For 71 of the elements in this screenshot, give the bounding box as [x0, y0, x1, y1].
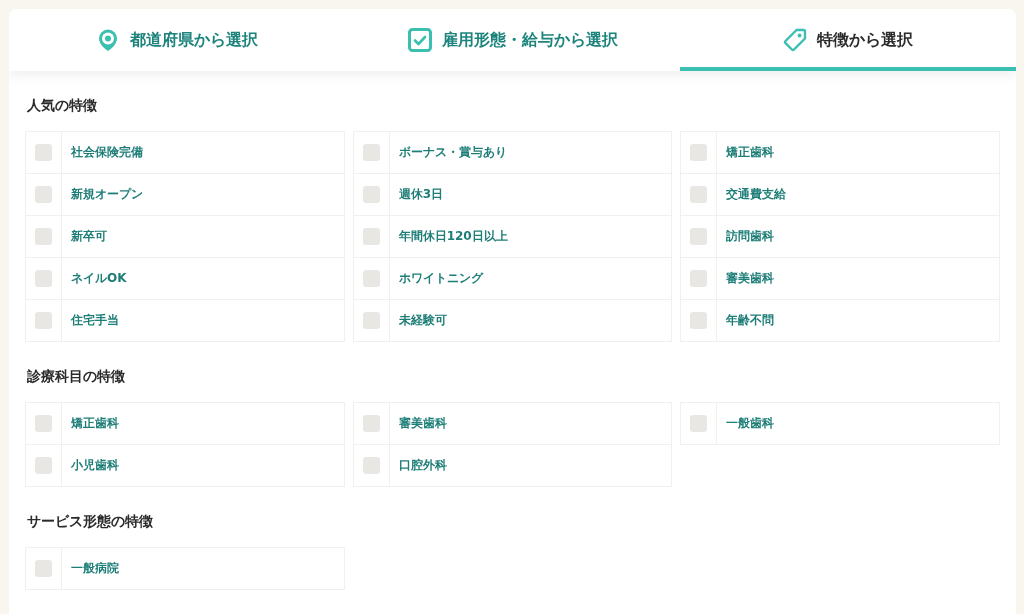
option-label: 年間休日120日以上: [397, 228, 508, 245]
checkbox-option[interactable]: 一般歯科: [680, 402, 1000, 445]
checkbox[interactable]: [35, 270, 52, 287]
option-label: ボーナス・賞与あり: [397, 144, 507, 161]
checkbox-option[interactable]: 一般病院: [25, 547, 345, 590]
checkbox[interactable]: [35, 228, 52, 245]
option-label: 口腔外科: [397, 457, 447, 474]
section-title: 診療科目の特徴: [27, 367, 126, 386]
option-label: 一般病院: [70, 560, 119, 577]
checkbox[interactable]: [362, 186, 380, 203]
option-label: 新規オープン: [70, 186, 143, 203]
checkbox-icon: [407, 28, 432, 52]
checkbox-option[interactable]: 審美歯科: [680, 257, 1000, 300]
checkbox[interactable]: [362, 312, 380, 329]
section-title: 人気の特徴: [27, 96, 98, 115]
checkbox-option[interactable]: 矯正歯科: [25, 402, 345, 445]
option-label: 新卒可: [70, 228, 107, 245]
option-label: 小児歯科: [70, 457, 119, 474]
checkbox-option[interactable]: 新卒可: [25, 215, 345, 258]
checkbox[interactable]: [690, 144, 708, 161]
checkbox[interactable]: [35, 560, 52, 577]
option-label: 訪問歯科: [725, 228, 775, 245]
tab[interactable]: 雇用形態・給与から選択: [344, 9, 681, 71]
checkbox[interactable]: [362, 457, 380, 474]
option-label: 週休3日: [397, 186, 443, 203]
option-label: 審美歯科: [725, 270, 775, 287]
checkbox[interactable]: [690, 415, 708, 432]
option-label: 一般歯科: [725, 415, 775, 432]
checkbox-option[interactable]: 年間休日120日以上: [352, 215, 673, 258]
checkbox-option[interactable]: 週休3日: [352, 173, 673, 216]
option-label: 矯正歯科: [725, 144, 775, 161]
checkbox[interactable]: [362, 228, 380, 245]
option-label: ホワイトニング: [397, 270, 483, 287]
checkbox-option[interactable]: ホワイトニング: [352, 257, 673, 300]
option-label: 矯正歯科: [70, 415, 119, 432]
checkbox-option[interactable]: 新規オープン: [25, 173, 345, 216]
tab[interactable]: 都道府県から選択: [9, 9, 345, 71]
option-label: 社会保険完備: [70, 144, 143, 161]
option-label: ネイルOK: [70, 270, 127, 287]
checkbox[interactable]: [362, 270, 380, 287]
tag-icon: [783, 28, 808, 52]
option-label: 住宅手当: [69, 312, 119, 329]
checkbox-option[interactable]: 矯正歯科: [680, 131, 1000, 174]
checkbox[interactable]: [362, 415, 380, 432]
section-title: サービス形態の特徴: [27, 512, 154, 531]
checkbox[interactable]: [35, 415, 52, 432]
checkbox-option[interactable]: 未経験可: [352, 299, 673, 342]
checkbox-option[interactable]: ネイルOK: [25, 257, 345, 300]
checkbox[interactable]: [362, 144, 380, 161]
checkbox-option[interactable]: 交通費支給: [680, 173, 1000, 216]
option-label: 未経験可: [397, 312, 447, 329]
checkbox[interactable]: [690, 270, 708, 287]
checkbox[interactable]: [690, 186, 708, 203]
checkbox-option[interactable]: 訪問歯科: [680, 215, 1000, 258]
checkbox-option[interactable]: 小児歯科: [25, 444, 345, 487]
checkbox[interactable]: [690, 228, 708, 245]
option-label: 年齢不問: [725, 312, 775, 329]
checkbox-option[interactable]: 住宅手当: [25, 299, 345, 342]
checkbox-option[interactable]: 審美歯科: [352, 402, 673, 445]
checkbox-option[interactable]: 社会保険完備: [25, 131, 345, 174]
tab[interactable]: 特徴から選択: [680, 9, 1016, 71]
checkbox[interactable]: [690, 312, 708, 329]
checkbox-option[interactable]: ボーナス・賞与あり: [352, 131, 673, 174]
checkbox[interactable]: [35, 312, 52, 329]
option-label: 審美歯科: [397, 415, 447, 432]
checkbox[interactable]: [35, 186, 52, 203]
option-label: 交通費支給: [725, 186, 787, 203]
checkbox-option[interactable]: 年齢不問: [680, 299, 1000, 342]
checkbox-option[interactable]: 口腔外科: [352, 444, 673, 487]
checkbox[interactable]: [35, 457, 52, 474]
checkbox[interactable]: [35, 144, 52, 161]
